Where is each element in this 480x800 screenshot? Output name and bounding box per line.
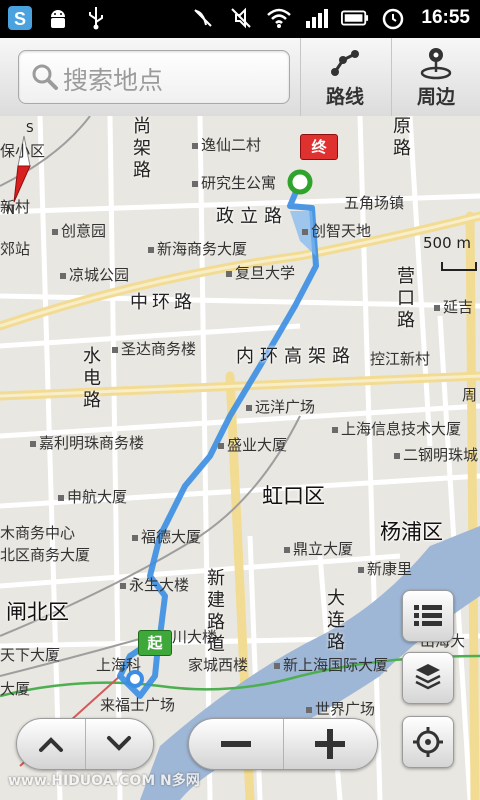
search-placeholder: 搜索地点 xyxy=(63,66,164,95)
chevron-down-icon xyxy=(107,736,132,751)
svg-text:S: S xyxy=(26,121,34,135)
wifi-icon xyxy=(265,3,293,33)
road-label: 中环路 xyxy=(130,292,196,313)
pan-up-button[interactable] xyxy=(17,719,85,769)
poi-label: 凉城公园 xyxy=(60,266,129,284)
zoom-controls xyxy=(188,718,378,770)
svg-text:S: S xyxy=(14,9,26,29)
list-icon xyxy=(414,605,442,626)
watermark: www.HIDUOA.COM N多网 xyxy=(8,773,200,789)
road-label: 政立路 xyxy=(216,206,288,227)
zoom-in-button[interactable] xyxy=(282,719,378,769)
silent-icon xyxy=(227,3,255,33)
poi-label: 申航大厦 xyxy=(58,488,127,506)
poi-label: 新上海国际大厦 xyxy=(274,656,388,674)
locate-icon xyxy=(413,727,443,757)
poi-label: 逸仙二村 xyxy=(192,136,261,154)
end-flag: 终 xyxy=(300,134,338,160)
scale-bar xyxy=(441,262,477,271)
pan-down-button[interactable] xyxy=(84,719,154,769)
zoom-out-button[interactable] xyxy=(189,719,283,769)
scale-label: 500 m xyxy=(423,234,472,252)
route-icon xyxy=(331,49,359,76)
no-signal-icon xyxy=(189,3,217,33)
layers-icon xyxy=(415,664,441,690)
poi-label: 复旦大学 xyxy=(226,264,295,282)
minus-icon xyxy=(220,741,251,747)
poi-label: 新康里 xyxy=(358,560,412,578)
status-bar: S 16:55 xyxy=(0,0,480,38)
district-label: 杨浦区 xyxy=(380,520,443,544)
search-input[interactable]: 搜索地点 xyxy=(18,50,290,104)
poi-label: 上海信息技术大厦 xyxy=(332,420,461,438)
nearby-label: 周边 xyxy=(416,85,455,108)
route-label: 路线 xyxy=(325,85,364,108)
poi-list-button[interactable] xyxy=(402,590,454,642)
chevron-up-icon xyxy=(38,737,63,752)
poi-label: 木商务中心 xyxy=(0,524,76,542)
nearby-pin-icon xyxy=(420,47,452,79)
poi-label: 永生大楼 xyxy=(120,576,189,594)
alarm-icon xyxy=(379,3,407,33)
poi-label: 新村 xyxy=(0,198,31,216)
poi-label: 控江新村 xyxy=(370,350,431,368)
poi-label: 嘉利明珠商务楼 xyxy=(30,434,144,452)
district-label: 虹口区 xyxy=(262,484,325,508)
poi-label: 创智天地 xyxy=(302,222,371,240)
road-label: 内环高架路 xyxy=(236,346,356,367)
poi-label: 二钢明珠城 xyxy=(394,446,478,464)
poi-label: 北区商务大厦 xyxy=(0,546,91,564)
poi-label: 五角场镇 xyxy=(344,194,405,212)
android-debug-icon xyxy=(44,3,72,33)
usb-icon xyxy=(82,3,110,33)
status-right-icons: 16:55 xyxy=(189,3,470,33)
poi-label: 圣达商务楼 xyxy=(112,340,196,358)
poi-label: 新海商务大厦 xyxy=(148,240,247,258)
start-flag[interactable]: 起 xyxy=(138,630,172,656)
poi-label: 研究生公寓 xyxy=(192,174,276,192)
poi-label: 鼎立大厦 xyxy=(284,540,353,558)
poi-label: 创意园 xyxy=(52,222,106,240)
road-label: 原路 xyxy=(393,116,411,159)
poi-label: 保小区 xyxy=(0,142,46,160)
end-point-icon xyxy=(287,169,313,195)
locate-button[interactable] xyxy=(402,716,454,768)
poi-label: 来福士广场 xyxy=(100,696,176,714)
road-label: 大连路 xyxy=(327,588,345,653)
battery-icon xyxy=(341,3,369,33)
top-toolbar: 搜索地点 路线 周边 xyxy=(0,38,480,117)
road-label: 营口路 xyxy=(397,266,415,331)
poi-label: 大厦 xyxy=(0,680,31,698)
poi-label: 天下大厦 xyxy=(0,646,61,664)
poi-label: 福德大厦 xyxy=(132,528,201,546)
search-icon xyxy=(32,64,58,90)
district-label: 闸北区 xyxy=(6,600,69,624)
app-s-icon: S xyxy=(6,3,34,33)
status-left-icons: S xyxy=(6,3,110,33)
plus-icon xyxy=(315,729,346,759)
poi-label: 川大楼 xyxy=(172,628,218,646)
signal-icon xyxy=(303,3,331,33)
pan-controls xyxy=(16,718,154,770)
poi-label: 延吉 xyxy=(434,298,473,316)
poi-label: 郊站 xyxy=(0,240,31,258)
route-button[interactable]: 路线 xyxy=(300,38,389,116)
map-layers-button[interactable] xyxy=(402,652,454,704)
poi-label: 盛业大厦 xyxy=(218,436,287,454)
start-point-icon xyxy=(126,670,144,688)
poi-label: 家城西楼 xyxy=(188,656,249,674)
poi-label: 远洋广场 xyxy=(246,398,315,416)
clock: 16:55 xyxy=(421,7,470,28)
road-label: 尚架路 xyxy=(133,116,151,181)
nearby-button[interactable]: 周边 xyxy=(391,38,480,116)
poi-label: 世界广场 xyxy=(306,700,375,718)
poi-label: 周 xyxy=(462,386,478,404)
road-label: 水电路 xyxy=(83,346,101,411)
